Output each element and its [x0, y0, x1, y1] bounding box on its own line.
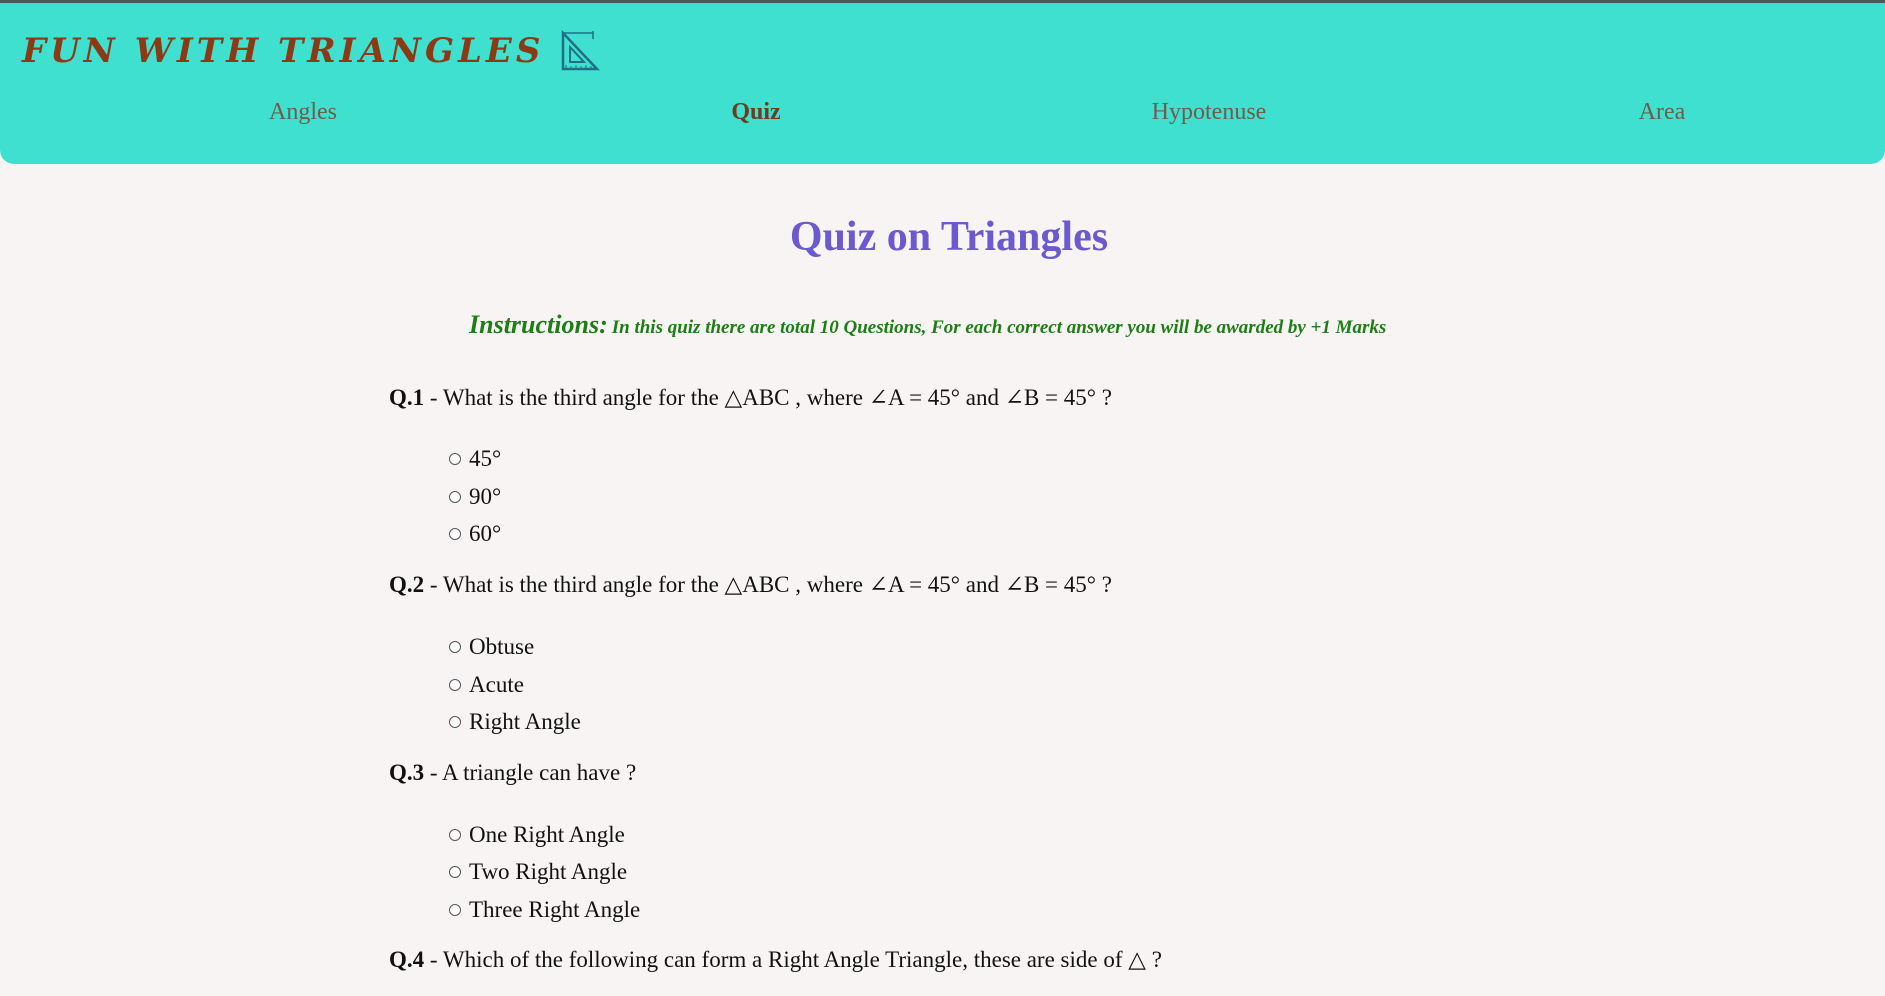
q2-option-2[interactable]: Acute [449, 672, 524, 698]
radio-button[interactable] [449, 716, 461, 728]
nav-item-area[interactable]: Area [1562, 99, 1762, 126]
radio-button[interactable] [449, 866, 461, 878]
nav-item-angles[interactable]: Angles [203, 99, 403, 126]
site-header: Fun with Triangles Angles Quiz Hypotenus… [0, 3, 1885, 164]
question-text: - What is the third angle for the △ABC ,… [424, 385, 1112, 410]
option-label: Three Right Angle [469, 897, 641, 922]
option-label: Acute [469, 672, 524, 697]
question-number: Q.3 [389, 760, 425, 785]
instructions-text: In this quiz there are total 10 Question… [611, 317, 1387, 338]
q3-option-2[interactable]: Two Right Angle [449, 859, 627, 885]
page-title: Quiz on Triangles [789, 214, 1109, 260]
nav-item-quiz[interactable]: Quiz [656, 99, 856, 126]
question-3: Q.3 - A triangle can have ? [389, 760, 636, 786]
option-label: Right Angle [469, 709, 581, 734]
option-label: One Right Angle [469, 822, 625, 847]
option-label: 90° [469, 484, 502, 509]
question-number: Q.4 [389, 947, 425, 972]
radio-button[interactable] [449, 641, 461, 653]
radio-button[interactable] [449, 491, 461, 503]
q1-option-1[interactable]: 45° [449, 446, 501, 472]
option-label: 60° [469, 521, 502, 546]
question-2: Q.2 - What is the third angle for the △A… [389, 572, 1112, 598]
q1-option-3[interactable]: 60° [449, 521, 501, 547]
instructions-label: Instructions: [469, 310, 608, 339]
q1-option-2[interactable]: 90° [449, 484, 501, 510]
question-text: - Which of the following can form a Righ… [424, 947, 1162, 972]
option-label: Two Right Angle [469, 859, 628, 884]
question-text: - What is the third angle for the △ABC ,… [424, 572, 1112, 597]
radio-button[interactable] [449, 679, 461, 691]
radio-button[interactable] [449, 904, 461, 916]
question-4: Q.4 - Which of the following can form a … [389, 947, 1162, 973]
option-label: 45° [469, 446, 502, 471]
question-number: Q.1 [389, 385, 425, 410]
q3-option-3[interactable]: Three Right Angle [449, 897, 640, 923]
radio-button[interactable] [449, 453, 461, 465]
brand[interactable]: Fun with Triangles [22, 29, 601, 73]
brand-title: Fun with Triangles [22, 31, 545, 71]
q3-option-1[interactable]: One Right Angle [449, 822, 625, 848]
question-text: - A triangle can have ? [424, 760, 637, 785]
nav-item-hypotenuse[interactable]: Hypotenuse [1109, 99, 1309, 126]
q2-option-1[interactable]: Obtuse [449, 634, 534, 660]
option-label: Obtuse [469, 634, 535, 659]
question-1: Q.1 - What is the third angle for the △A… [389, 385, 1112, 411]
instructions: Instructions: In this quiz there are tot… [469, 310, 1386, 340]
q2-option-3[interactable]: Right Angle [449, 709, 581, 735]
set-square-icon [562, 29, 601, 71]
radio-button[interactable] [449, 528, 461, 540]
main-nav: Angles Quiz Hypotenuse Area [0, 99, 1885, 139]
radio-button[interactable] [449, 829, 461, 841]
question-number: Q.2 [389, 572, 425, 597]
